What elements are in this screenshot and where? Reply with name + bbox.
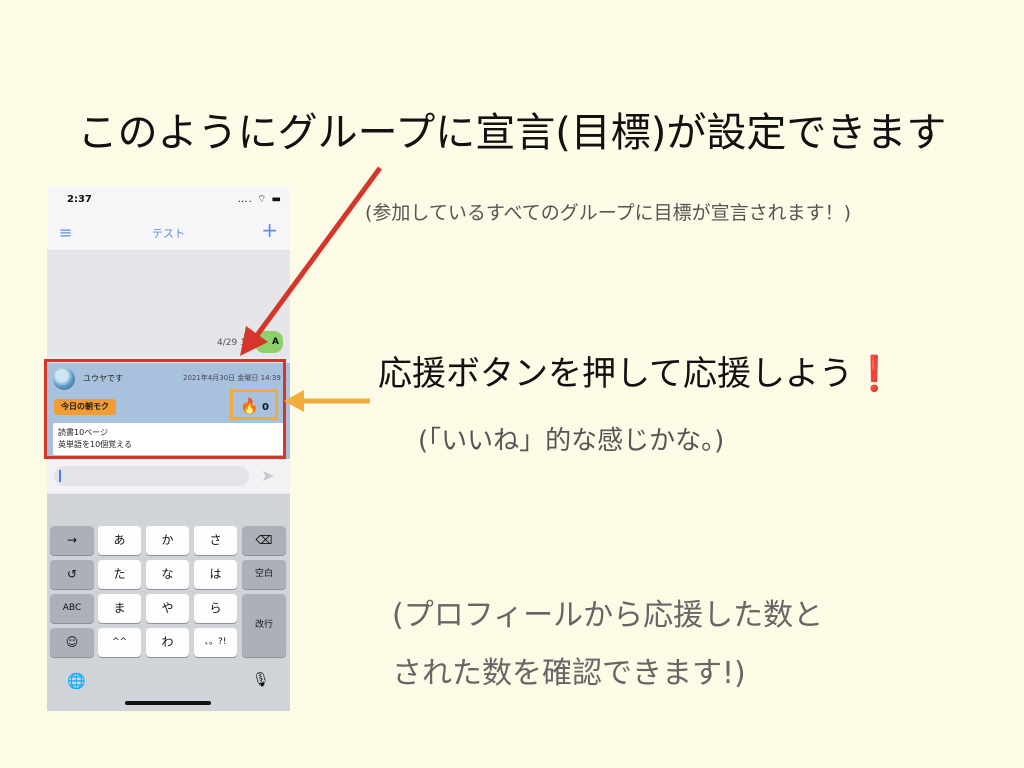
return-key[interactable]: 改行 — [242, 594, 286, 657]
globe-icon[interactable]: 🌐 — [67, 672, 86, 690]
emoji-icon[interactable]: ☺ — [50, 628, 94, 657]
key-arrow[interactable]: → — [50, 526, 94, 555]
abc-key[interactable]: ABC — [50, 594, 94, 623]
undo-icon[interactable]: ↺ — [50, 560, 94, 589]
backspace-icon[interactable]: ⌫ — [242, 526, 286, 555]
cheer-title: 応援ボタンを押して応援しよう❗ — [378, 346, 895, 395]
key-ra[interactable]: ら — [194, 594, 237, 623]
key-ma[interactable]: ま — [98, 594, 141, 623]
profile-note-line1: (プロフィールから応援した数と — [392, 598, 824, 633]
key-ka[interactable]: か — [146, 526, 189, 555]
orange-arrow — [284, 390, 370, 412]
profile-note-line2: された数を確認できます!) — [392, 656, 746, 691]
slide-main-title: このようにグループに宣言(目標)が設定できます — [77, 110, 947, 156]
key-ya[interactable]: や — [146, 594, 189, 623]
nav-bar: ≡ テスト + — [47, 214, 290, 251]
home-indicator — [125, 701, 211, 705]
key-sa[interactable]: さ — [194, 526, 237, 555]
key-emoticon[interactable]: ^^ — [98, 628, 141, 657]
slide-sub-note: (参加しているすべてのグループに目標が宣言されます！) — [365, 202, 852, 224]
status-time: 2:37 — [67, 194, 92, 205]
message-bubble: A — [255, 331, 283, 353]
text-caret — [59, 470, 61, 482]
input-row: ➤ — [47, 459, 290, 493]
message-date: 4/29 1 — [217, 338, 246, 348]
exclamation-icon: ❗ — [852, 354, 896, 394]
nav-title: テスト — [152, 227, 185, 240]
cheer-note: (「いいね」的な感じかな。) — [418, 426, 725, 456]
cheer-title-text: 応援ボタンを押して応援しよう — [378, 354, 853, 394]
key-wa[interactable]: わ — [146, 628, 189, 657]
space-key[interactable]: 空白 — [242, 560, 286, 589]
key-punctuation[interactable]: 、。?! — [194, 628, 237, 657]
chat-area — [47, 251, 290, 357]
keyboard: → あ か さ ⌫ ↺ た な は 空白 ABC ま や ら 改行 ☺ ^^ わ… — [47, 494, 290, 711]
status-bar: 2:37 …. ⌔ ▬ — [47, 186, 290, 214]
microphone-icon[interactable]: 🎙 — [252, 672, 270, 688]
key-na[interactable]: な — [146, 560, 189, 589]
cheer-button-highlight — [230, 389, 278, 420]
send-icon[interactable]: ➤ — [261, 466, 274, 485]
message-input[interactable] — [54, 466, 249, 486]
key-ta[interactable]: た — [98, 560, 141, 589]
key-a[interactable]: あ — [98, 526, 141, 555]
key-ha[interactable]: は — [194, 560, 237, 589]
status-icons: …. ⌔ ▬ — [237, 194, 282, 205]
plus-icon[interactable]: + — [261, 218, 278, 242]
